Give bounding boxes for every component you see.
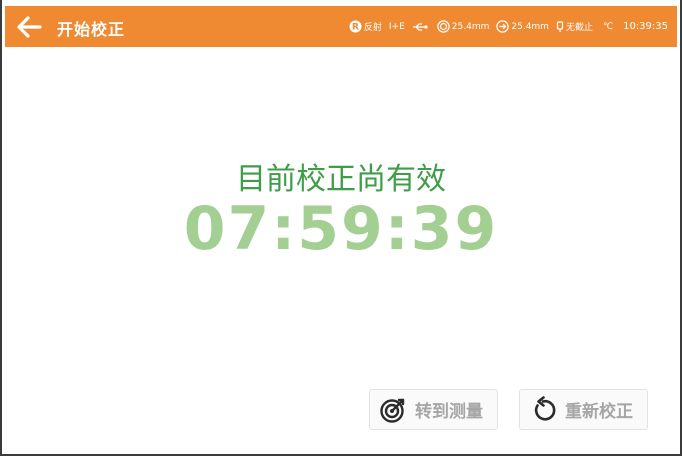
- status-ie-label: I+E: [388, 21, 405, 32]
- status-bar: R 反射 I+E 25.4mm 25.4mm 无截止 ℃ 10:39:35: [342, 6, 668, 47]
- status-cut: 无截止: [556, 20, 593, 33]
- recalibrate-label: 重新校正: [565, 402, 633, 422]
- status-reflect-label: 反射: [363, 23, 382, 33]
- status-ie: I+E: [389, 22, 405, 32]
- back-button[interactable]: [13, 11, 45, 43]
- page-title: 开始校正: [57, 20, 126, 39]
- status-cut-label: 无截止: [565, 23, 593, 33]
- svg-text:R: R: [352, 23, 359, 33]
- refresh-icon: [534, 395, 556, 421]
- go-measure-label: 转到测量: [415, 402, 483, 422]
- status-aperture: 25.4mm: [437, 20, 490, 33]
- status-temp: ℃: [603, 22, 613, 32]
- target-icon: [380, 398, 405, 423]
- status-temp-label: ℃: [602, 21, 614, 32]
- go-measure-button[interactable]: 转到测量: [369, 389, 498, 430]
- status-size1-label: 25.4mm: [451, 21, 490, 32]
- calibration-status-text: 目前校正尚有效: [236, 162, 446, 197]
- status-time: 10:39:35: [623, 21, 668, 32]
- countdown-timer: 07:59:39: [183, 194, 499, 264]
- r-badge-icon: R: [349, 20, 362, 33]
- recalibrate-button[interactable]: 重新校正: [519, 389, 648, 430]
- aperture-icon: [437, 20, 450, 33]
- header-bar: 开始校正 R 反射 I+E 25.4mm 25.4mm 无截止 ℃ 10:39:…: [5, 6, 677, 47]
- status-usb: [412, 22, 430, 32]
- usb-icon: [412, 22, 428, 31]
- status-size2-label: 25.4mm: [511, 21, 549, 32]
- status-lens: 25.4mm: [496, 20, 549, 33]
- filter-icon: [556, 20, 564, 32]
- status-reflect: R 反射: [349, 20, 382, 33]
- lens-icon: [496, 20, 510, 33]
- arrow-left-icon: [17, 16, 42, 38]
